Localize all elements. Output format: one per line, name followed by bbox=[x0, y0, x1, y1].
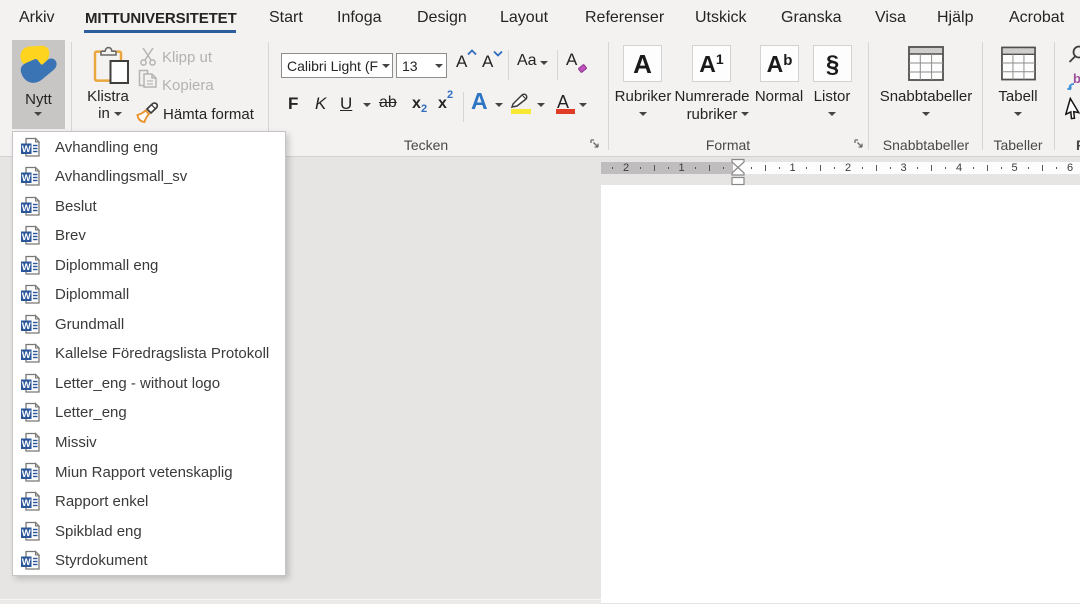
svg-text:W: W bbox=[22, 143, 31, 154]
svg-text:W: W bbox=[22, 173, 31, 184]
svg-text:W: W bbox=[22, 380, 31, 391]
svg-text:W: W bbox=[22, 291, 31, 302]
svg-text:W: W bbox=[22, 232, 31, 243]
svg-text:b: b bbox=[1073, 72, 1080, 86]
svg-text:W: W bbox=[22, 557, 31, 568]
svg-text:W: W bbox=[22, 527, 31, 538]
svg-text:W: W bbox=[22, 321, 31, 332]
svg-text:W: W bbox=[22, 409, 31, 420]
svg-text:W: W bbox=[22, 261, 31, 272]
svg-text:W: W bbox=[22, 350, 31, 361]
svg-text:W: W bbox=[22, 439, 31, 450]
svg-text:W: W bbox=[22, 498, 31, 509]
svg-text:W: W bbox=[22, 202, 31, 213]
svg-text:W: W bbox=[22, 468, 31, 479]
